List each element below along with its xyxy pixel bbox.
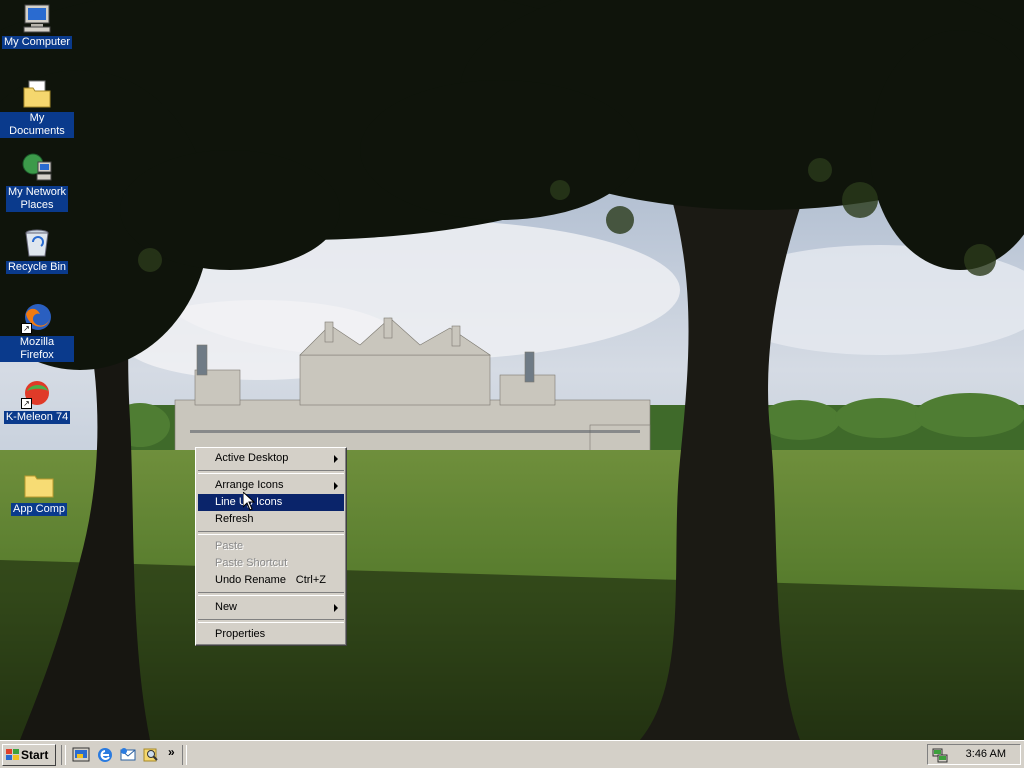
recycle-bin-icon — [21, 227, 53, 259]
menu-item-line-up-icons[interactable]: Line Up Icons — [198, 494, 344, 511]
menu-item-arrange-icons[interactable]: Arrange Icons — [198, 477, 344, 494]
desktop-icon-my-network-places[interactable]: My Network Places — [0, 152, 74, 212]
menu-item-paste-shortcut[interactable]: Paste Shortcut — [198, 555, 344, 572]
desktop-icon-mozilla-firefox[interactable]: ↗ Mozilla Firefox — [0, 302, 74, 362]
system-tray: 3:46 AM — [927, 744, 1021, 765]
submenu-arrow-icon — [334, 455, 338, 463]
desktop-context-menu: Active Desktop Arrange Icons Line Up Ico… — [195, 447, 347, 646]
desktop-icon-label: My Documents — [0, 112, 74, 138]
menu-item-label: Paste Shortcut — [215, 557, 288, 569]
k-meleon-icon: ↗ — [21, 377, 53, 409]
network-status-icon[interactable] — [932, 747, 948, 763]
network-places-icon — [21, 152, 53, 184]
submenu-arrow-icon — [334, 482, 338, 490]
menu-item-label: Arrange Icons — [215, 479, 284, 491]
desktop-icon-label: Mozilla Firefox — [0, 336, 74, 362]
menu-item-label: Active Desktop — [215, 452, 289, 464]
desktop-icon-label: Recycle Bin — [5, 261, 69, 274]
menu-item-paste[interactable]: Paste — [198, 538, 344, 555]
desktop-icon-label: My Network Places — [5, 186, 69, 212]
menu-item-refresh[interactable]: Refresh — [198, 511, 344, 528]
quick-launch-chevron-icon[interactable]: » — [168, 745, 175, 759]
menu-item-label: Properties — [215, 628, 266, 640]
desktop-wallpaper — [0, 0, 1024, 740]
shortcut-arrow-icon: ↗ — [21, 398, 32, 409]
desktop-icon-label: App Comp — [11, 503, 67, 516]
windows-logo-icon — [6, 749, 19, 760]
desktop-icon-app-comp[interactable]: App Comp — [2, 469, 76, 516]
menu-separator — [198, 531, 344, 535]
firefox-icon: ↗ — [21, 302, 53, 334]
menu-item-properties[interactable]: Properties — [198, 626, 344, 643]
taskbar: Start » 3:46 AM — [0, 740, 1024, 768]
folder-icon — [23, 469, 55, 501]
menu-item-new[interactable]: New — [198, 599, 344, 616]
my-documents-icon — [21, 78, 53, 110]
menu-item-active-desktop[interactable]: Active Desktop — [198, 450, 344, 467]
start-label: Start — [21, 748, 49, 762]
menu-item-undo-rename[interactable]: Undo Rename Ctrl+Z — [198, 572, 344, 589]
submenu-arrow-icon — [334, 604, 338, 612]
menu-item-label: Paste — [215, 540, 244, 552]
desktop-icon-k-meleon[interactable]: ↗ K-Meleon 74 — [0, 377, 74, 424]
menu-item-label: Undo Rename — [215, 574, 286, 586]
outlook-express-icon[interactable] — [119, 746, 137, 764]
show-desktop-icon[interactable] — [72, 746, 90, 764]
internet-explorer-icon[interactable] — [96, 746, 114, 764]
menu-item-label: New — [215, 601, 238, 613]
desktop-icon-recycle-bin[interactable]: Recycle Bin — [0, 227, 74, 274]
desktop-icon-my-computer[interactable]: My Computer — [0, 2, 74, 49]
label-line-2: Places — [20, 199, 54, 211]
toolbar-grip[interactable] — [61, 745, 66, 765]
toolbar-grip[interactable] — [182, 745, 187, 765]
menu-item-label: Refresh — [215, 513, 254, 525]
my-computer-icon — [21, 2, 53, 34]
menu-item-label: Line Up Icons — [215, 496, 283, 508]
clock[interactable]: 3:46 AM — [966, 748, 1006, 760]
start-button[interactable]: Start — [2, 744, 56, 766]
desktop-icon-label: K-Meleon 74 — [3, 411, 71, 424]
menu-item-shortcut: Ctrl+Z — [295, 574, 326, 586]
desktop-icon-my-documents[interactable]: My Documents — [0, 78, 74, 138]
menu-separator — [198, 592, 344, 596]
menu-separator — [198, 619, 344, 623]
search-icon[interactable] — [142, 746, 160, 764]
menu-separator — [198, 470, 344, 474]
label-line-1: My Network — [7, 186, 67, 198]
desktop-icon-label: My Computer — [1, 36, 73, 49]
shortcut-arrow-icon: ↗ — [21, 323, 32, 334]
